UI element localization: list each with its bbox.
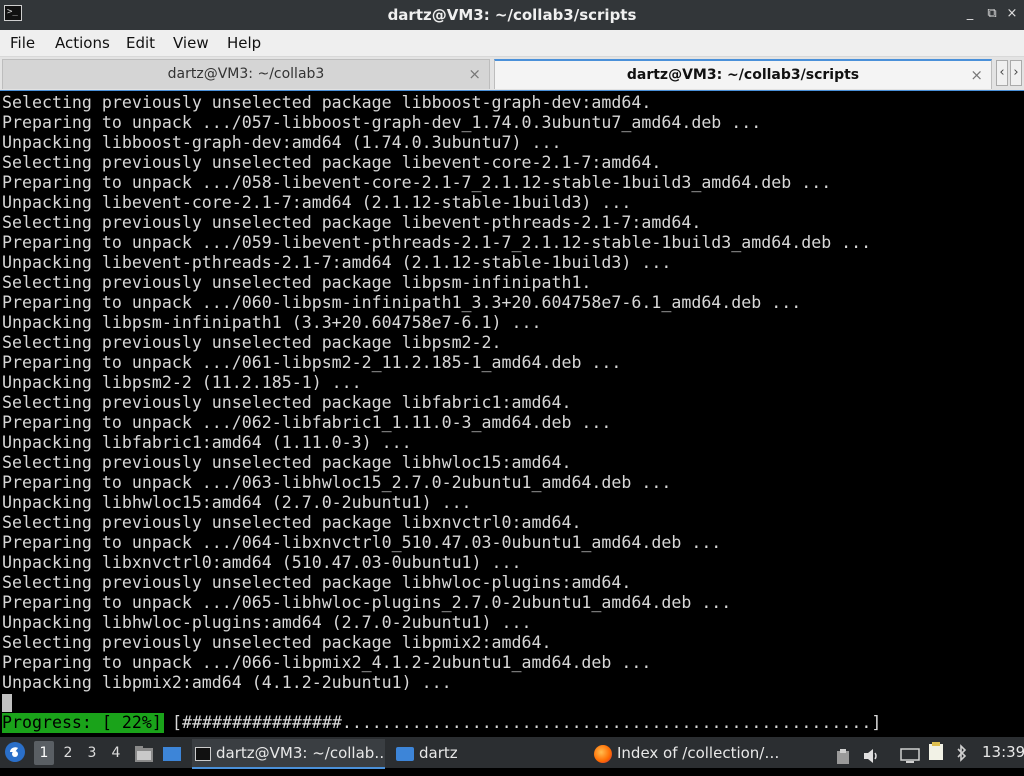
menu-edit[interactable]: Edit (126, 34, 155, 52)
menu-file[interactable]: File (10, 34, 35, 52)
task-label: dartz@VM3: ~/collab… (216, 744, 385, 762)
terminal-line: Unpacking libpsm2-2 (11.2.185-1) ... (2, 373, 362, 392)
menu-view[interactable]: View (173, 34, 209, 52)
window-title: dartz@VM3: ~/collab3/scripts (387, 6, 637, 24)
volume-icon[interactable] (862, 744, 880, 775)
restore-icon[interactable]: ⧉ (984, 6, 1000, 22)
workspace-4[interactable]: 4 (106, 741, 126, 765)
tab-label: dartz@VM3: ~/collab3/scripts (626, 67, 860, 83)
menu-help[interactable]: Help (227, 34, 261, 52)
notes-icon[interactable] (926, 742, 946, 773)
terminal-line: Selecting previously unselected package … (2, 93, 652, 112)
terminal-line: Preparing to unpack .../063-libhwloc15_2… (2, 473, 672, 492)
close-icon[interactable]: × (1004, 6, 1020, 22)
bluetooth-icon[interactable] (954, 742, 970, 773)
task-folder[interactable]: dartz (394, 739, 544, 767)
progress-label: Progress: [ 22%] (2, 713, 164, 733)
tab-prev-icon[interactable]: ‹ (996, 60, 1008, 86)
window-titlebar: >_ dartz@VM3: ~/collab3/scripts _ ⧉ × (0, 0, 1024, 30)
progress-bar: [################.......................… (172, 713, 882, 732)
tab-collab3[interactable]: dartz@VM3: ~/collab3 × (2, 59, 490, 89)
start-menu-icon[interactable] (4, 741, 26, 772)
terminal-line: Selecting previously unselected package … (2, 153, 662, 172)
show-desktop-icon[interactable] (162, 743, 182, 774)
task-label: Index of /collection/… (617, 744, 780, 762)
terminal-line: Preparing to unpack .../060-libpsm-infin… (2, 293, 802, 312)
terminal-line: Preparing to unpack .../059-libevent-pth… (2, 233, 872, 252)
menu-actions[interactable]: Actions (55, 34, 110, 52)
terminal-line: Unpacking libhwloc15:amd64 (2.7.0-2ubunt… (2, 493, 472, 512)
terminal-line: Unpacking libevent-core-2.1-7:amd64 (2.1… (2, 193, 632, 212)
firefox-icon (594, 744, 612, 763)
terminal-line: Preparing to unpack .../066-libpmix2_4.1… (2, 653, 652, 672)
terminal-line: Unpacking libpsm-infinipath1 (3.3+20.604… (2, 313, 542, 332)
terminal-line: Unpacking libfabric1:amd64 (1.11.0-3) ..… (2, 433, 412, 452)
tab-label: dartz@VM3: ~/collab3 (167, 66, 325, 82)
terminal-line: Preparing to unpack .../064-libxnvctrl0_… (2, 533, 722, 552)
tab-bar: dartz@VM3: ~/collab3 × dartz@VM3: ~/coll… (0, 57, 1024, 90)
taskbar: 1 2 3 4 dartz@VM3: ~/collab… dartz Index… (0, 737, 1024, 769)
task-terminal[interactable]: dartz@VM3: ~/collab… (192, 739, 385, 769)
terminal-line: Selecting previously unselected package … (2, 273, 592, 292)
terminal-line: Preparing to unpack .../057-libboost-gra… (2, 113, 762, 132)
terminal-line: Selecting previously unselected package … (2, 633, 552, 652)
file-manager-launcher-icon[interactable] (134, 743, 154, 774)
terminal-line: Preparing to unpack .../065-libhwloc-plu… (2, 593, 732, 612)
terminal-line: Unpacking libpmix2:amd64 (4.1.2-2ubuntu1… (2, 673, 452, 692)
tab-close-icon[interactable]: × (468, 60, 481, 88)
task-label: dartz (419, 744, 458, 762)
terminal-line: Selecting previously unselected package … (2, 333, 502, 352)
terminal-output[interactable]: Selecting previously unselected package … (0, 90, 1024, 737)
clock[interactable]: 13:39 (982, 737, 1024, 768)
workspace-2[interactable]: 2 (58, 741, 78, 765)
terminal-icon (195, 746, 211, 761)
terminal-line: Selecting previously unselected package … (2, 453, 572, 472)
terminal-line: Preparing to unpack .../058-libevent-cor… (2, 173, 832, 192)
terminal-line: Unpacking libevent-pthreads-2.1-7:amd64 … (2, 253, 672, 272)
tab-close-icon[interactable]: × (970, 61, 983, 89)
terminal-line: Unpacking libboost-graph-dev:amd64 (1.74… (2, 133, 562, 152)
terminal-line: Preparing to unpack .../062-libfabric1_1… (2, 413, 612, 432)
network-icon[interactable] (900, 744, 920, 775)
terminal-line: Selecting previously unselected package … (2, 573, 632, 592)
terminal-line: Unpacking libxnvctrl0:amd64 (510.47.03-0… (2, 553, 522, 572)
terminal-line: Unpacking libhwloc-plugins:amd64 (2.7.0-… (2, 613, 532, 632)
terminal-cursor (2, 694, 12, 712)
menu-bar: File Actions Edit View Help (0, 30, 1024, 57)
workspace-3[interactable]: 3 (82, 741, 102, 765)
terminal-line: Selecting previously unselected package … (2, 513, 582, 532)
workspace-1[interactable]: 1 (34, 741, 54, 765)
terminal-line: Preparing to unpack .../061-libpsm2-2_11… (2, 353, 622, 372)
tab-collab3-scripts[interactable]: dartz@VM3: ~/collab3/scripts × (494, 59, 992, 89)
terminal-line: Selecting previously unselected package … (2, 213, 702, 232)
minimize-icon[interactable]: _ (962, 6, 978, 22)
task-firefox[interactable]: Index of /collection/… (592, 739, 792, 767)
terminal-line: Selecting previously unselected package … (2, 393, 572, 412)
clipboard-icon[interactable] (836, 745, 850, 776)
folder-icon (396, 746, 414, 761)
tab-next-icon[interactable]: › (1010, 60, 1022, 86)
